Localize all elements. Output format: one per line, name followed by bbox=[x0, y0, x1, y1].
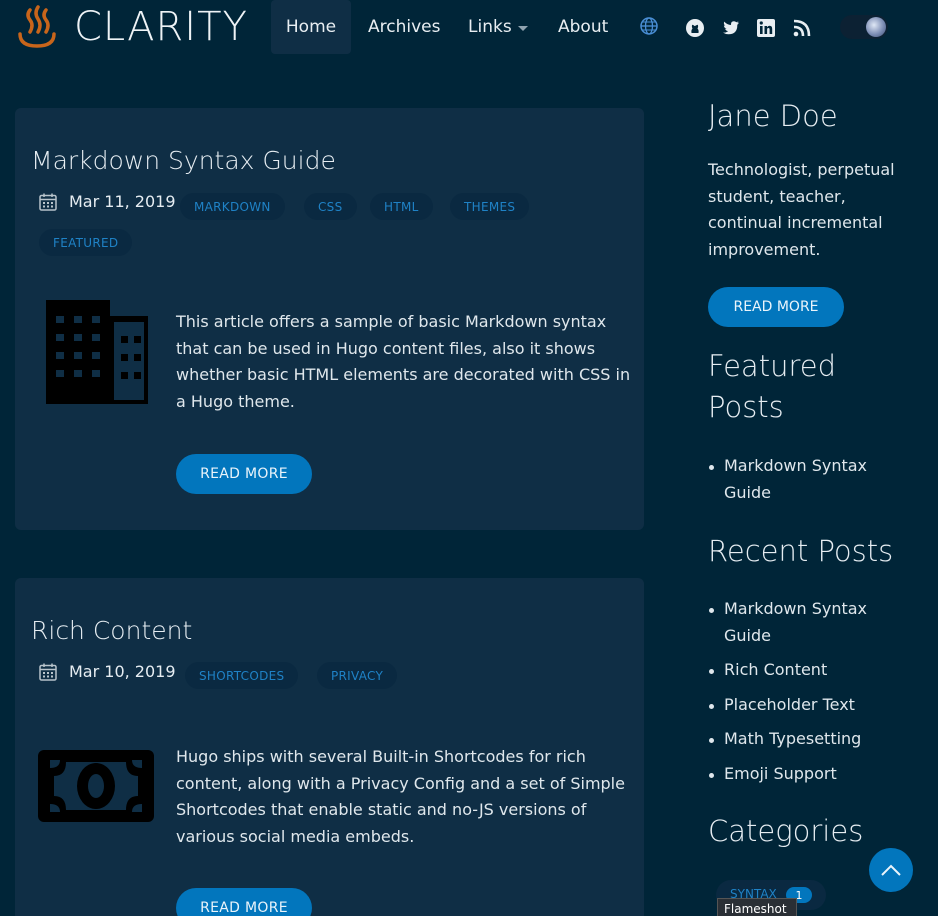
tag-featured[interactable]: FEATURED bbox=[39, 229, 133, 256]
chevron-down-icon bbox=[517, 25, 528, 31]
post-title[interactable]: Markdown Syntax Guide bbox=[31, 146, 336, 175]
rss-icon[interactable] bbox=[792, 18, 812, 38]
post-date: Mar 10, 2019 bbox=[69, 662, 176, 681]
post-title[interactable]: Rich Content bbox=[31, 616, 192, 645]
recent-posts-heading: Recent Posts bbox=[708, 534, 894, 568]
tag-css[interactable]: CSS bbox=[304, 193, 357, 220]
hot-spring-icon bbox=[18, 5, 56, 48]
post-date: Mar 11, 2019 bbox=[69, 192, 176, 211]
moon-icon bbox=[866, 17, 886, 37]
post-excerpt: This article offers a sample of basic Ma… bbox=[176, 312, 631, 411]
linkedin-icon[interactable] bbox=[756, 18, 776, 38]
nav-home[interactable]: Home bbox=[271, 0, 351, 54]
money-icon[interactable] bbox=[38, 750, 154, 822]
site-logo[interactable]: CLARITY bbox=[14, 4, 248, 50]
featured-post-link[interactable]: Markdown Syntax Guide bbox=[708, 453, 908, 506]
tooltip: Flameshot bbox=[717, 898, 797, 916]
github-icon[interactable] bbox=[685, 18, 705, 38]
recent-post-link[interactable]: Math Typesetting bbox=[708, 726, 908, 753]
calendar-icon bbox=[39, 663, 57, 681]
tag-themes[interactable]: THEMES bbox=[450, 193, 530, 220]
read-more-button[interactable]: READ MORE bbox=[176, 888, 312, 916]
categories-heading: Categories bbox=[708, 814, 864, 848]
tag-privacy[interactable]: PRIVACY bbox=[317, 662, 398, 689]
chevron-up-icon bbox=[881, 864, 901, 876]
globe-icon[interactable] bbox=[639, 16, 659, 36]
featured-posts-list: Markdown Syntax Guide bbox=[708, 453, 908, 514]
brand-name: CLARITY bbox=[74, 4, 248, 50]
post-meta: Mar 10, 2019 bbox=[39, 662, 176, 681]
twitter-icon[interactable] bbox=[721, 18, 741, 38]
recent-post-link[interactable]: Emoji Support bbox=[708, 761, 908, 788]
nav-links[interactable]: Links bbox=[468, 0, 528, 54]
calendar-icon bbox=[39, 193, 57, 211]
recent-post-link[interactable]: Markdown Syntax Guide bbox=[708, 596, 908, 649]
tag-shortcodes[interactable]: SHORTCODES bbox=[185, 662, 299, 689]
post-card: Markdown Syntax Guide Mar 11, 2019 MARKD… bbox=[15, 108, 644, 530]
author-bio: Technologist, perpetual student, teacher… bbox=[708, 160, 895, 259]
tag-markdown[interactable]: MARKDOWN bbox=[180, 193, 285, 220]
post-excerpt: Hugo ships with several Built-in Shortco… bbox=[176, 747, 625, 846]
nav-links-label: Links bbox=[468, 17, 512, 37]
author-read-more-button[interactable]: READ MORE bbox=[708, 287, 844, 327]
nav-archives[interactable]: Archives bbox=[368, 0, 440, 54]
read-more-button[interactable]: READ MORE bbox=[176, 454, 312, 494]
building-icon[interactable] bbox=[44, 298, 150, 406]
theme-toggle[interactable] bbox=[840, 15, 888, 39]
recent-post-link[interactable]: Rich Content bbox=[708, 657, 908, 684]
author-name: Jane Doe bbox=[708, 99, 838, 133]
recent-post-link[interactable]: Placeholder Text bbox=[708, 692, 908, 719]
recent-posts-list: Markdown Syntax Guide Rich Content Place… bbox=[708, 596, 908, 795]
scroll-to-top-button[interactable] bbox=[869, 848, 913, 892]
tag-html[interactable]: HTML bbox=[370, 193, 433, 220]
nav-about[interactable]: About bbox=[558, 0, 608, 54]
post-meta: Mar 11, 2019 bbox=[39, 192, 176, 211]
site-header: CLARITY Home Archives Links About bbox=[0, 0, 938, 54]
post-card: Rich Content Mar 10, 2019 SHORTCODES PRI… bbox=[15, 578, 644, 916]
featured-posts-heading: Featured Posts bbox=[708, 349, 836, 424]
